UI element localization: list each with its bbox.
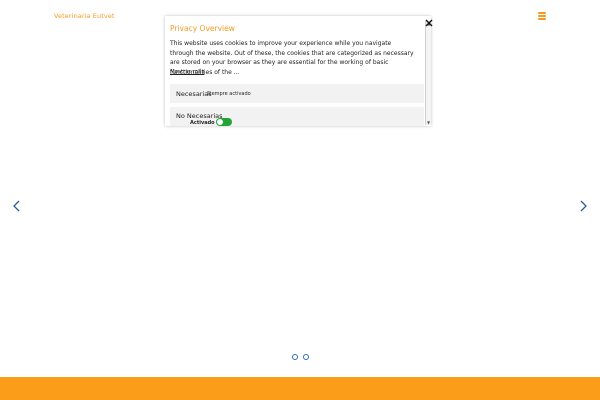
toggle-status-label: Activado — [190, 120, 215, 126]
non-necessary-cookies-label: No Necesarias — [176, 112, 223, 120]
modal-content: Privacy Overview This website uses cooki… — [165, 16, 425, 126]
slider-dot-2[interactable] — [303, 354, 309, 360]
toggle-knob — [217, 119, 223, 125]
show-more-link[interactable]: Mostrar más — [170, 69, 204, 75]
chevron-right-icon — [580, 200, 587, 212]
close-x-glyph — [425, 19, 433, 27]
slider-next-button[interactable] — [577, 198, 589, 212]
slider-dot-1[interactable] — [292, 354, 298, 360]
site-logo[interactable]: Veterinaria Eutvet — [54, 12, 115, 20]
slider-prev-button[interactable] — [11, 198, 23, 212]
non-necessary-toggle[interactable] — [216, 118, 232, 126]
menu-bar — [538, 18, 546, 20]
non-necessary-cookies-row[interactable]: No Necesarias Activado — [170, 107, 424, 126]
necessary-cookies-row[interactable]: Necesarias Siempre activado — [170, 84, 424, 103]
close-icon[interactable] — [424, 13, 434, 27]
footer-band — [0, 377, 600, 400]
menu-bar — [538, 12, 546, 14]
hamburger-menu-icon[interactable] — [537, 11, 547, 21]
slider-pagination — [292, 354, 309, 360]
chevron-left-icon — [13, 200, 20, 212]
scroll-down-arrow-icon[interactable]: ▼ — [426, 120, 431, 125]
modal-scrollbar[interactable]: ▲ ▼ — [425, 21, 431, 125]
modal-description: This website uses cookies to improve you… — [170, 40, 414, 76]
always-enabled-status: Siempre activado — [207, 91, 251, 97]
cookie-consent-modal: Privacy Overview This website uses cooki… — [165, 16, 431, 126]
modal-title: Privacy Overview — [170, 24, 235, 33]
menu-bar — [538, 15, 546, 17]
